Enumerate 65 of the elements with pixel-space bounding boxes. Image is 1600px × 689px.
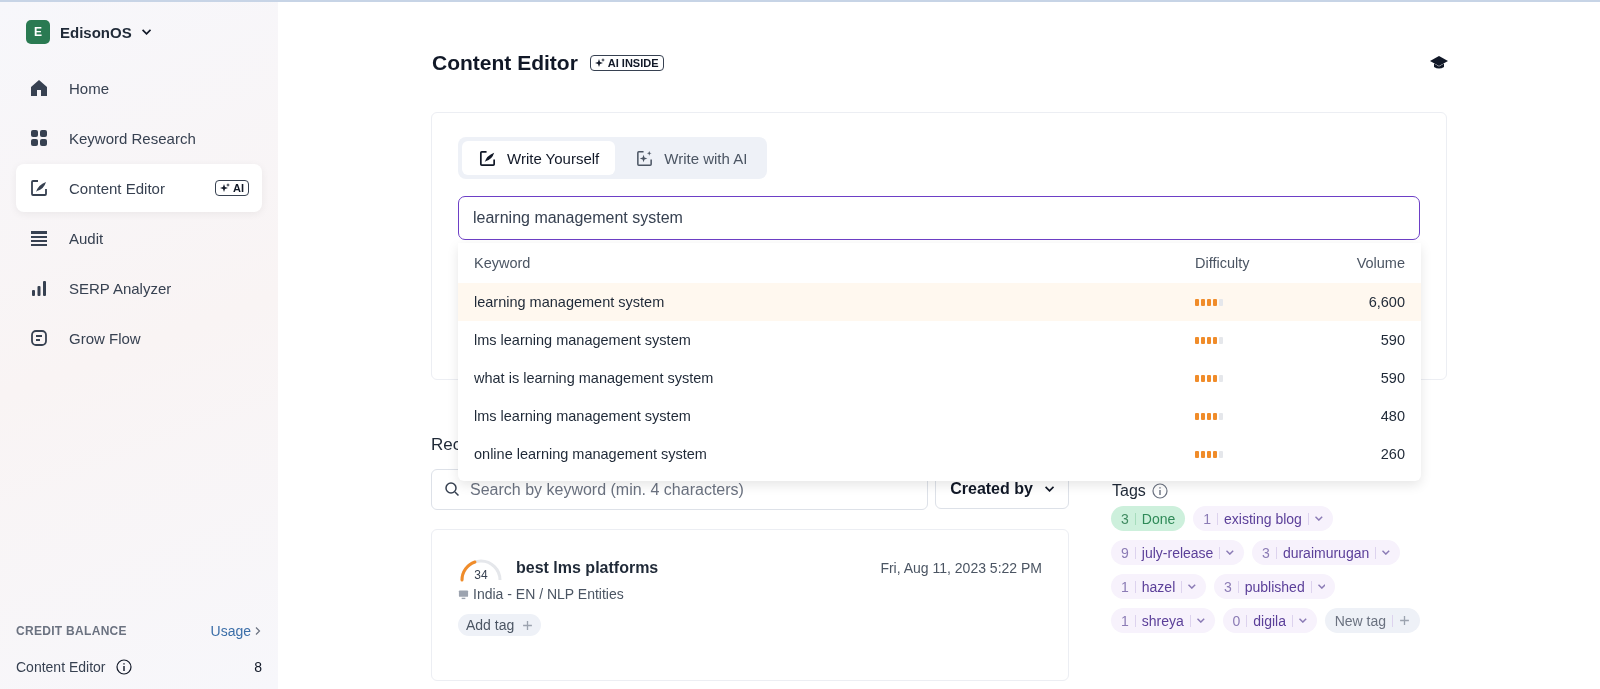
sidebar-item[interactable]: Grow Flow	[16, 314, 262, 362]
credit-label: Content Editor	[16, 659, 106, 675]
caret-icon	[141, 29, 151, 35]
tag-chip[interactable]: 3 Done	[1111, 506, 1186, 531]
suggestion-row[interactable]: what is learning management system 590	[458, 359, 1421, 397]
ai-inside-badge: AI INSIDE	[589, 55, 664, 71]
credit-heading: CREDIT BALANCE	[16, 624, 127, 638]
pen-square-icon	[478, 148, 497, 168]
document-date: Fri, Aug 11, 2023 5:22 PM	[880, 560, 1042, 576]
column-header: Difficulty	[1195, 255, 1251, 271]
tag-chip[interactable]: 3 published	[1213, 574, 1336, 599]
tag-chip[interactable]: 9 july-release	[1111, 540, 1245, 565]
chevron-icon	[254, 626, 262, 636]
document-title: best lms platforms	[516, 559, 659, 577]
caret-icon	[1314, 516, 1323, 521]
ai-badge: AI	[215, 180, 249, 196]
new-tag-button[interactable]: New tag	[1324, 608, 1421, 633]
sidebar-item[interactable]: Audit	[16, 214, 262, 262]
caret-icon	[1317, 584, 1326, 589]
pen-square-icon	[29, 178, 49, 198]
add-tag-button[interactable]: Add tag	[458, 614, 542, 636]
column-header: Volume	[1355, 255, 1405, 271]
document-card[interactable]: 34 best lms platforms Fri, Aug 11, 2023 5:22 PM India - EN / NLP Entities Add tag	[431, 529, 1069, 681]
keyword-input[interactable]: learning management system	[458, 196, 1420, 240]
caret-icon	[1196, 618, 1205, 623]
caret-icon	[1226, 550, 1235, 555]
caret-icon	[1188, 584, 1196, 589]
credit-value: 8	[254, 659, 262, 675]
suggestion-row[interactable]: lms learning management system 590	[458, 321, 1421, 359]
tags-heading: Tags	[1112, 482, 1146, 500]
workspace-name[interactable]: EdisonOS	[60, 23, 132, 41]
sidebar-item[interactable]: Content Editor AI	[16, 164, 262, 212]
suggestion-row[interactable]: lms learning management system 480	[458, 397, 1421, 435]
usage-link[interactable]: Usage	[210, 623, 262, 639]
page-title: Content Editor	[432, 51, 578, 75]
tag-chip[interactable]: 0 digila	[1222, 608, 1317, 633]
score-value: 34	[473, 568, 489, 582]
monitor-icon	[458, 588, 469, 600]
square-icon	[29, 328, 49, 348]
column-header: Keyword	[474, 255, 532, 271]
sidebar-item[interactable]: Keyword Research	[16, 114, 262, 162]
tag-chip[interactable]: 1 existing blog	[1193, 506, 1333, 531]
sidebar-item[interactable]: Home	[16, 64, 262, 112]
bar-chart-icon	[29, 278, 49, 298]
tag-chip[interactable]: 1 shreya	[1111, 608, 1215, 633]
workspace-logo: E	[26, 20, 50, 44]
plus-icon	[522, 619, 534, 631]
lines-icon	[29, 228, 49, 248]
tag-chip[interactable]: 1 hazel	[1111, 574, 1206, 599]
suggestion-row[interactable]: learning management system 6,600	[458, 283, 1421, 321]
caret-icon	[1382, 550, 1390, 555]
tag-chip[interactable]: 3 duraimurugan	[1252, 540, 1400, 565]
caret-icon	[1299, 618, 1307, 623]
mode-tab[interactable]: Write Yourself	[462, 141, 616, 175]
sidebar-item[interactable]: SERP Analyzer	[16, 264, 262, 312]
caret-icon	[1044, 486, 1054, 492]
grid-icon	[29, 128, 49, 148]
mode-tab[interactable]: Write with AI	[619, 141, 764, 175]
sparkle-icon	[594, 58, 605, 68]
info-icon[interactable]	[115, 659, 132, 675]
sparkle-square-icon	[635, 148, 655, 168]
plus-icon	[1399, 615, 1411, 626]
home-icon	[29, 78, 49, 98]
document-meta: India - EN / NLP Entities	[473, 586, 624, 602]
sparkle-icon	[220, 183, 230, 193]
